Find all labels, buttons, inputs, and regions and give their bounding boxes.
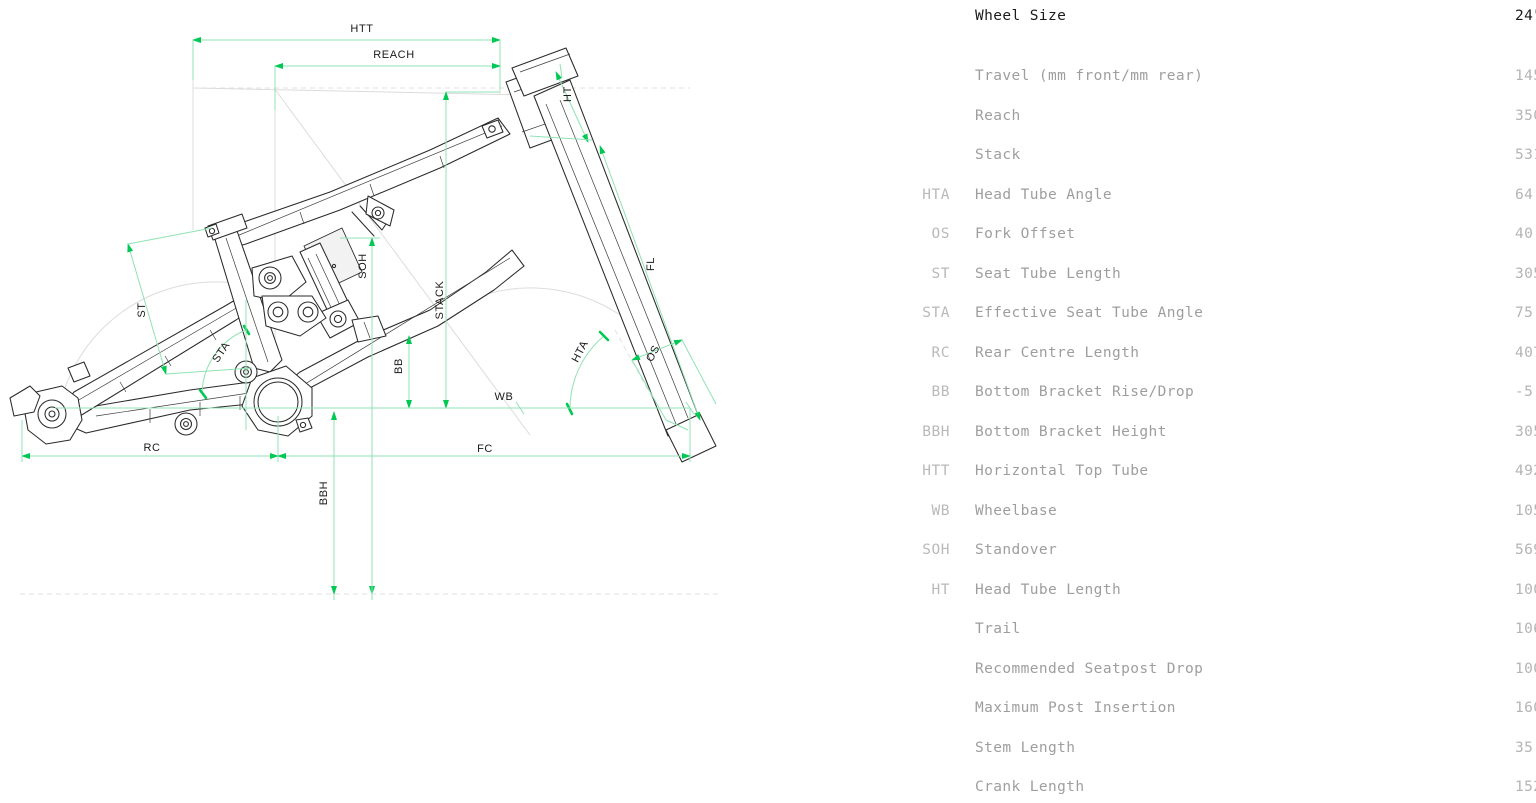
- rear-shock-linkage: [251, 227, 387, 343]
- spec-measurement-name: Bottom Bracket Rise/Drop: [975, 384, 1195, 400]
- spec-abbreviation: HT: [931, 582, 950, 598]
- spec-measurement-value: 492: [1515, 463, 1536, 479]
- spec-row: BB Bottom Bracket Rise/Drop -5: [860, 382, 1536, 402]
- dimension-label-wb: WB: [495, 391, 514, 403]
- spec-row: OS Fork Offset 40: [860, 224, 1536, 244]
- spec-measurement-value: 100: [1515, 661, 1536, 677]
- spec-abbreviation: STA: [922, 305, 950, 321]
- dimension-label-bb: BB: [393, 358, 405, 374]
- spec-measurement-name: Crank Length: [975, 779, 1085, 795]
- spec-abbreviation: SOH: [922, 542, 950, 558]
- spec-measurement-value: 569: [1515, 542, 1536, 558]
- spec-row: Recommended Seatpost Drop 100: [860, 659, 1536, 679]
- spec-row: HTA Head Tube Angle 64.5: [860, 185, 1536, 205]
- dimension-label-bbh: BBH: [318, 481, 330, 505]
- spec-measurement-name: Bottom Bracket Height: [975, 424, 1167, 440]
- geometry-drawing-svg: .fr { fill:none; stroke:#2a2a2a; stroke-…: [9, 23, 720, 600]
- spec-measurement-name: Head Tube Length: [975, 582, 1122, 598]
- spec-row: Reach 350: [860, 106, 1536, 126]
- spec-abbreviation: RC: [931, 345, 950, 361]
- dimension-label-st: ST: [136, 302, 148, 317]
- spec-measurement-name: Rear Centre Length: [975, 345, 1140, 361]
- spec-row: SOH Standover 569: [860, 540, 1536, 560]
- dimension-label-fl: FL: [645, 257, 657, 271]
- spec-abbreviation: OS: [931, 226, 950, 242]
- spec-row: STA Effective Seat Tube Angle 75.0: [860, 303, 1536, 323]
- dimension-label-hta: HTA: [570, 339, 591, 365]
- spec-measurement-value: 75.0: [1515, 305, 1536, 321]
- spec-row: WB Wheelbase 1052: [860, 501, 1536, 521]
- spec-measurement-value: 24": [1515, 8, 1536, 24]
- spec-measurement-name: Horizontal Top Tube: [975, 463, 1149, 479]
- spec-measurement-name: Fork Offset: [975, 226, 1076, 242]
- spec-row: ST Seat Tube Length 305: [860, 264, 1536, 284]
- spec-measurement-value: 305: [1515, 266, 1536, 282]
- spec-measurement-value: 35: [1515, 740, 1534, 756]
- spec-row: Stack 531: [860, 145, 1536, 165]
- spec-row: RC Rear Centre Length 407: [860, 343, 1536, 363]
- spec-row: BBH Bottom Bracket Height 305: [860, 422, 1536, 442]
- spec-measurement-value: -5: [1515, 384, 1534, 400]
- spec-row: Trail 106: [860, 619, 1536, 639]
- dimension-label-rc: RC: [143, 442, 160, 454]
- spec-abbreviation: BBH: [922, 424, 950, 440]
- spec-row: Stem Length 35: [860, 738, 1536, 758]
- spec-measurement-value: 407: [1515, 345, 1536, 361]
- spec-measurement-name: Wheel Size: [975, 8, 1067, 24]
- spec-measurement-name: Reach: [975, 108, 1021, 124]
- spec-measurement-name: Trail: [975, 621, 1021, 637]
- spec-measurement-value: 152: [1515, 779, 1536, 795]
- spec-measurement-value: 350: [1515, 108, 1536, 124]
- geometry-spec-table: Wheel Size 24" Travel (mm front/mm rear) 14…: [860, 0, 1536, 803]
- spec-measurement-value: 40: [1515, 226, 1534, 242]
- geometry-page: .fr { fill:none; stroke:#2a2a2a; stroke-…: [0, 0, 1536, 803]
- spec-measurement-value: 106: [1515, 621, 1536, 637]
- spec-measurement-name: Travel (mm front/mm rear): [975, 68, 1204, 84]
- spec-measurement-name: Wheelbase: [975, 503, 1058, 519]
- spec-abbreviation: WB: [931, 503, 950, 519]
- spec-abbreviation: BB: [931, 384, 950, 400]
- spec-measurement-name: Effective Seat Tube Angle: [975, 305, 1204, 321]
- spec-abbreviation: ST: [931, 266, 950, 282]
- dimension-label-stack: STACK: [434, 281, 446, 320]
- spec-abbreviation: HTT: [922, 463, 950, 479]
- spec-measurement-value: 305: [1515, 424, 1536, 440]
- dimension-label-soh: SOH: [357, 253, 369, 279]
- dimension-label-layer: HTTREACHHTFLSTSTASOHSTACKBBHTA OSWBRC FCBB…: [136, 23, 663, 505]
- spec-measurement-value: 160: [1515, 700, 1536, 716]
- dimension-label-htt: HTT: [350, 23, 373, 35]
- spec-measurement-name: Stack: [975, 147, 1021, 163]
- spec-row: HT Head Tube Length 100: [860, 580, 1536, 600]
- spec-row: HTT Horizontal Top Tube 492: [860, 461, 1536, 481]
- spec-measurement-value: 145/120: [1515, 68, 1536, 84]
- spec-row: Maximum Post Insertion 160: [860, 698, 1536, 718]
- spec-row: Crank Length 152: [860, 777, 1536, 797]
- spec-row: Travel (mm front/mm rear) 145/120: [860, 66, 1536, 86]
- spec-measurement-value: 100: [1515, 582, 1536, 598]
- spec-measurement-name: Standover: [975, 542, 1058, 558]
- spec-abbreviation: HTA: [922, 187, 950, 203]
- spec-measurement-name: Seat Tube Length: [975, 266, 1122, 282]
- dimension-label-sta: STA: [210, 340, 232, 365]
- spec-measurement-value: 1052: [1515, 503, 1536, 519]
- spec-measurement-name: Maximum Post Insertion: [975, 700, 1176, 716]
- spec-measurement-value: 64.5: [1515, 187, 1536, 203]
- spec-measurement-name: Head Tube Angle: [975, 187, 1112, 203]
- spec-row: Wheel Size 24": [860, 6, 1536, 26]
- dimension-label-reach: REACH: [373, 49, 415, 61]
- spec-measurement-name: Recommended Seatpost Drop: [975, 661, 1204, 677]
- spec-measurement-value: 531: [1515, 147, 1536, 163]
- dimension-label-ht: HT: [562, 86, 574, 102]
- frame-geometry-diagram: .fr { fill:none; stroke:#2a2a2a; stroke-…: [0, 0, 860, 803]
- dimension-label-fc: FC: [477, 443, 493, 455]
- spec-measurement-name: Stem Length: [975, 740, 1076, 756]
- fork: [511, 47, 717, 463]
